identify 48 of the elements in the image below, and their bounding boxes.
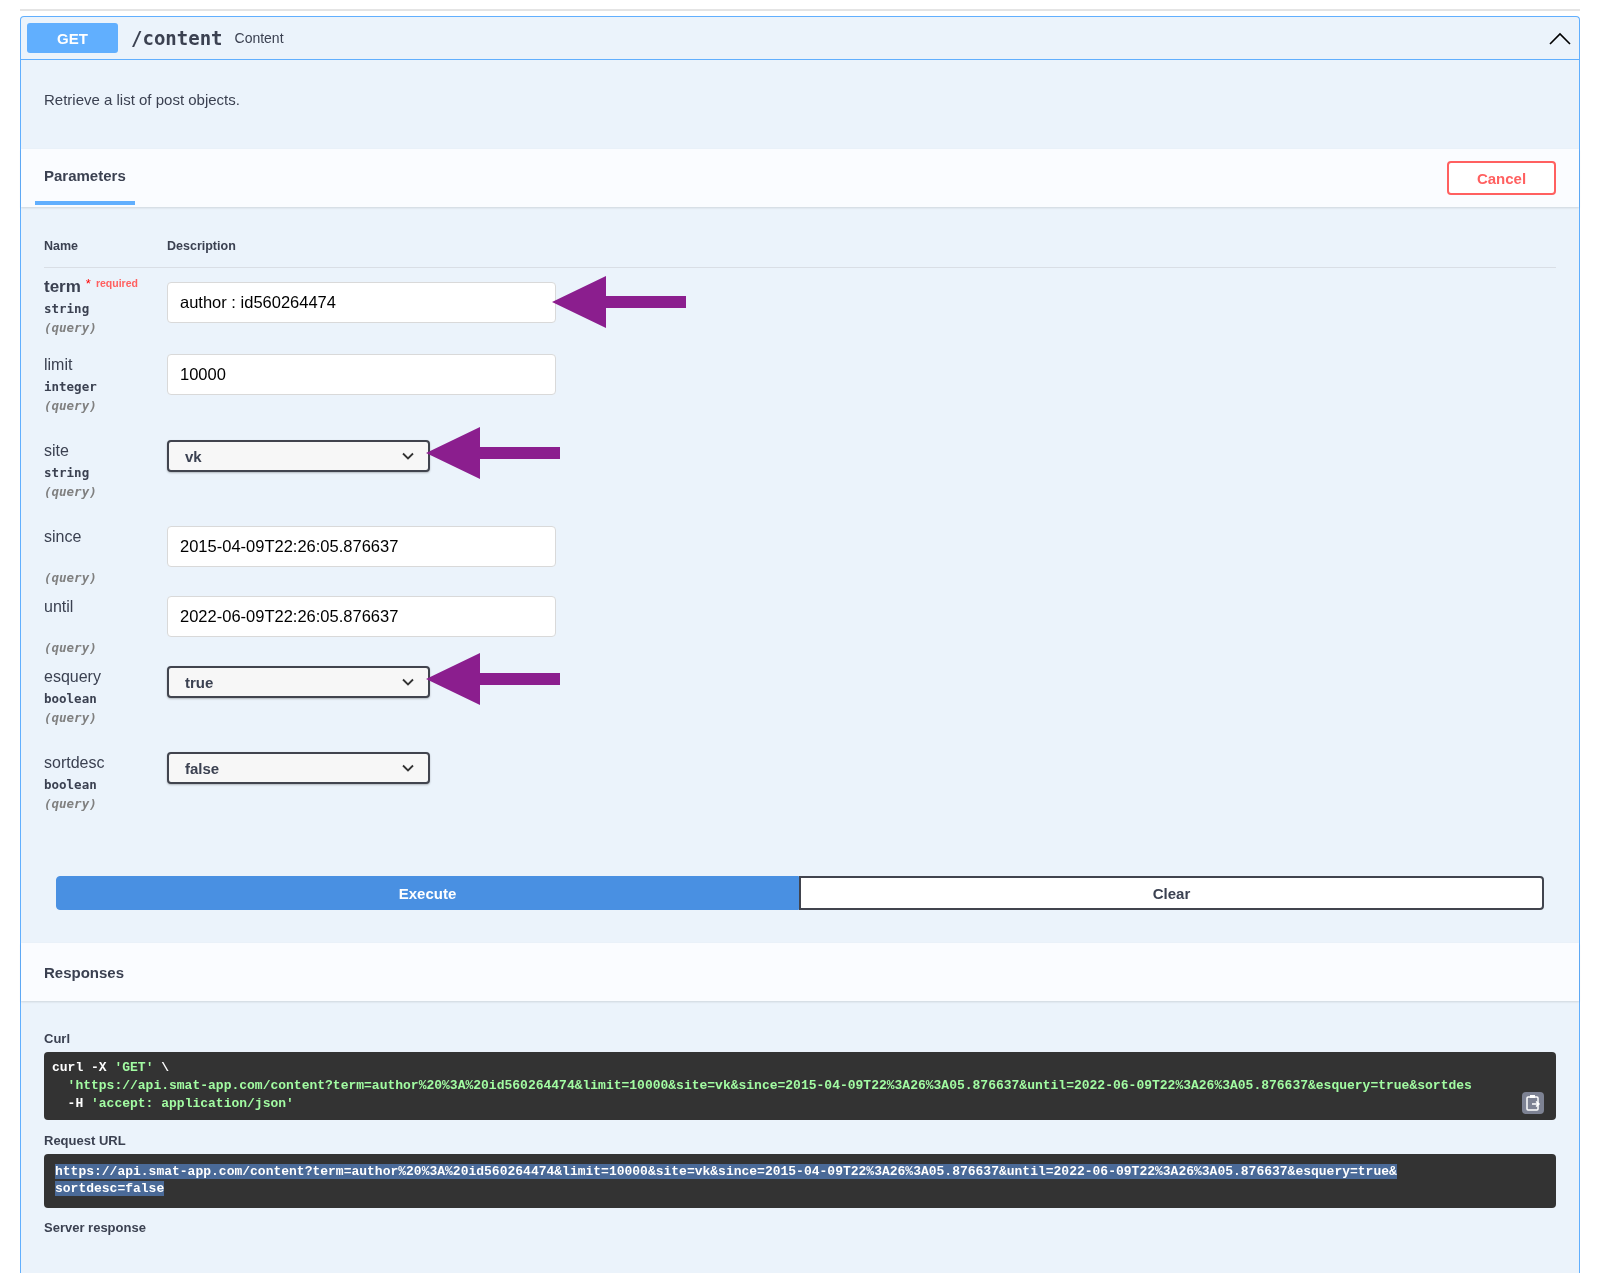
- parameter-input[interactable]: author : id560264474: [167, 282, 556, 323]
- endpoint-path: /content: [131, 27, 223, 49]
- required-label: required: [95, 276, 138, 290]
- parameter-name: esquery: [44, 667, 101, 687]
- method-badge: GET: [27, 23, 118, 53]
- parameter-type: integer: [44, 379, 97, 394]
- parameter-type: boolean: [44, 691, 97, 706]
- curl-code-block: curl -X 'GET' \ 'https://api.smat-app.com/content?term=author%20%3A%20id560264474&limit=10000&site=vk&since=2015-04-09T22%3A26%3A05.876637&until=2022-06-09T22%3A26%3A05.876637&esquery=true&sortdes -H 'accept: application/json': [44, 1052, 1556, 1120]
- parameter-name: since: [44, 527, 82, 547]
- parameter-name: sortdesc: [44, 753, 105, 773]
- chevron-down-icon: [402, 764, 414, 772]
- parameter-input[interactable]: 2022-06-09T22:26:05.876637: [167, 596, 556, 637]
- parameters-tab[interactable]: Parameters: [35, 149, 135, 205]
- parameter-location: (query): [44, 398, 97, 413]
- clipboard-icon[interactable]: [1522, 1092, 1544, 1114]
- parameter-type: string: [44, 465, 90, 480]
- curl-label: Curl: [44, 1031, 71, 1046]
- chevron-down-icon: [402, 452, 414, 460]
- parameter-location: (query): [44, 796, 97, 811]
- parameter-location: (query): [44, 570, 97, 585]
- chevron-down-icon: [402, 678, 414, 686]
- parameter-type: boolean: [44, 777, 97, 792]
- clear-button[interactable]: Clear: [799, 876, 1544, 910]
- request-url-text: https://api.smat-app.com/content?term=author%20%3A%20id560264474&limit=10000&site=vk&since=2015-04-09T22%3A26%3A05.876637&until=2022-06-09T22%3A26%3A05.876637&esquery=true& sortdesc=false: [44, 1154, 1556, 1208]
- parameter-location: (query): [44, 710, 97, 725]
- column-header: Description: [167, 239, 237, 253]
- parameter-type: string: [44, 301, 90, 316]
- parameter-location: (query): [44, 484, 97, 499]
- column-header: Name: [44, 239, 80, 253]
- parameter-select[interactable]: true: [167, 666, 430, 698]
- parameter-name: term: [44, 276, 81, 298]
- chevron-up-icon[interactable]: [1549, 31, 1571, 45]
- parameter-location: (query): [44, 320, 97, 335]
- parameter-name: limit: [44, 355, 73, 375]
- parameter-input[interactable]: 10000: [167, 354, 556, 395]
- responses-title: Responses: [44, 963, 125, 981]
- parameter-name: site: [44, 441, 69, 461]
- parameter-location: (query): [44, 640, 97, 655]
- operation-description: Retrieve a list of post objects.: [44, 91, 240, 108]
- parameter-name: until: [44, 597, 74, 617]
- endpoint-summary: Content: [234, 30, 284, 46]
- operation-header[interactable]: GET /content Content: [21, 17, 1579, 60]
- parameter-select[interactable]: false: [167, 752, 430, 784]
- required-mark: *: [85, 276, 91, 291]
- request-url-label: Request URL: [44, 1133, 127, 1148]
- server-response-label: Server response: [44, 1220, 147, 1235]
- parameter-select[interactable]: vk: [167, 440, 430, 472]
- parameter-input[interactable]: 2015-04-09T22:26:05.876637: [167, 526, 556, 567]
